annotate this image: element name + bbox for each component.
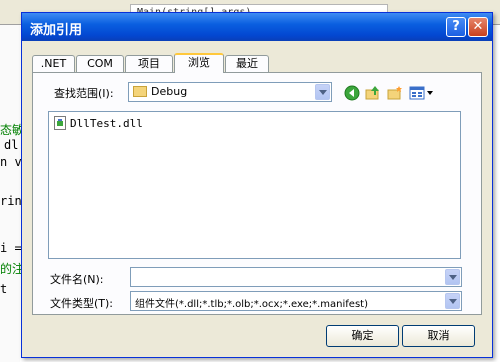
lookin-select[interactable]: Debug	[128, 82, 332, 102]
close-button[interactable]: ✕	[468, 17, 488, 37]
code-fragment: i =	[0, 241, 22, 255]
code-fragment: rin	[0, 194, 22, 208]
back-icon[interactable]	[344, 85, 360, 101]
tab-dotnet[interactable]: .NET	[32, 55, 75, 72]
tab-browse[interactable]: 浏览	[174, 53, 224, 73]
folder-icon	[133, 86, 147, 97]
dialog-titlebar[interactable]: 添加引用 ? ✕	[22, 13, 492, 41]
ok-button[interactable]: 确定	[326, 325, 399, 347]
filetype-value: 组件文件(*.dll;*.tlb;*.olb;*.ocx;*.exe;*.man…	[135, 299, 368, 310]
add-reference-dialog: 添加引用 ? ✕ .NET COM 项目 浏览 最近 查找范围(I): Debu…	[21, 12, 493, 358]
file-name: DllTest.dll	[70, 117, 143, 130]
tab-projects[interactable]: 项目	[125, 55, 173, 72]
chevron-down-icon[interactable]	[445, 269, 460, 285]
filetype-select[interactable]: 组件文件(*.dll;*.tlb;*.olb;*.ocx;*.exe;*.man…	[130, 291, 462, 311]
code-fragment: t	[0, 282, 8, 296]
code-fragment: dl	[4, 138, 19, 152]
dll-file-icon	[54, 116, 66, 130]
code-fragment: n v	[0, 155, 22, 169]
chevron-down-icon[interactable]	[445, 293, 460, 309]
editor-gutter	[0, 0, 20, 362]
up-folder-icon[interactable]	[365, 85, 381, 101]
views-menu-icon[interactable]	[409, 85, 435, 101]
filename-input[interactable]	[130, 267, 462, 287]
tab-com[interactable]: COM	[76, 55, 124, 72]
file-list[interactable]: DllTest.dll	[48, 111, 461, 259]
help-button[interactable]: ?	[446, 17, 466, 37]
cancel-button[interactable]: 取消	[402, 325, 475, 347]
filename-label: 文件名(N):	[50, 273, 104, 286]
filetype-label: 文件类型(T):	[50, 297, 114, 310]
lookin-value: Debug	[151, 85, 188, 98]
dialog-title: 添加引用	[30, 23, 83, 38]
lookin-label: 查找范围(I):	[54, 87, 114, 100]
new-folder-icon[interactable]	[387, 85, 403, 101]
tab-recent[interactable]: 最近	[225, 55, 269, 72]
chevron-down-icon[interactable]	[315, 84, 330, 100]
